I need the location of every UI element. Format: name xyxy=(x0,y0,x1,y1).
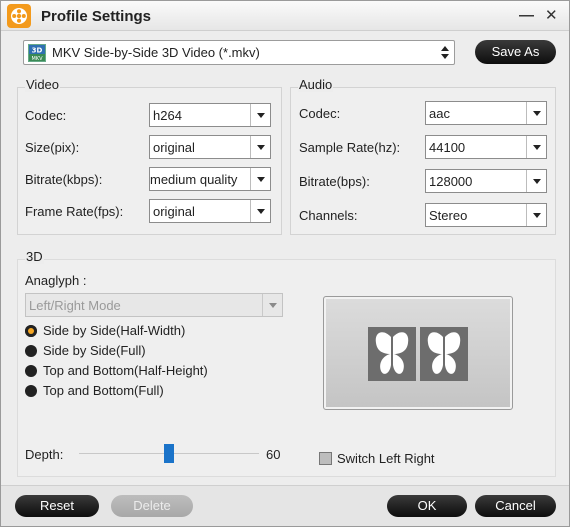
video-framerate-select[interactable]: original xyxy=(149,199,271,223)
audio-samplerate-value: 44100 xyxy=(429,140,466,155)
switch-left-right-label: Switch Left Right xyxy=(337,451,435,466)
chevron-down-icon[interactable] xyxy=(250,168,270,190)
video-size-value: original xyxy=(153,140,195,155)
chevron-down-icon[interactable] xyxy=(250,104,270,126)
three-d-preview xyxy=(323,296,513,410)
svg-text:3D: 3D xyxy=(32,47,43,55)
audio-bitrate-label: Bitrate(bps): xyxy=(299,174,370,189)
anaglyph-select[interactable]: Left/Right Mode xyxy=(25,293,283,317)
title-bar: Profile Settings — ✕ xyxy=(1,1,569,31)
chevron-down-icon[interactable] xyxy=(526,102,546,124)
radio-side-by-side-full[interactable]: Side by Side(Full) xyxy=(25,342,215,360)
audio-bitrate-select[interactable]: 128000 xyxy=(425,169,547,193)
radio-unselected-icon xyxy=(25,345,37,357)
audio-codec-label: Codec: xyxy=(299,106,341,121)
reset-button[interactable]: Reset xyxy=(15,495,99,517)
butterfly-pair-icon xyxy=(368,327,468,381)
depth-label: Depth: xyxy=(25,447,64,462)
chevron-down-icon[interactable] xyxy=(262,294,282,316)
chevron-down-icon[interactable] xyxy=(250,200,270,222)
save-as-button[interactable]: Save As xyxy=(475,40,556,64)
switch-left-right-checkbox[interactable] xyxy=(319,452,332,465)
radio-label: Top and Bottom(Full) xyxy=(43,383,164,398)
video-codec-value: h264 xyxy=(153,108,182,123)
video-codec-select[interactable]: h264 xyxy=(149,103,271,127)
radio-top-bottom-full[interactable]: Top and Bottom(Full) xyxy=(25,382,215,400)
chevron-down-icon[interactable] xyxy=(526,136,546,158)
profile-settings-window: Profile Settings — ✕ 3D MKV MKV Side-by-… xyxy=(0,0,570,527)
close-icon[interactable]: ✕ xyxy=(545,7,558,25)
video-bitrate-select[interactable]: medium quality xyxy=(149,167,271,191)
depth-value: 60 xyxy=(266,447,281,462)
audio-samplerate-select[interactable]: 44100 xyxy=(425,135,547,159)
audio-group-title: Audio xyxy=(298,77,334,92)
chevron-down-icon[interactable] xyxy=(250,136,270,158)
audio-codec-select[interactable]: aac xyxy=(425,101,547,125)
audio-bitrate-value: 128000 xyxy=(429,174,473,189)
video-size-label: Size(pix): xyxy=(25,140,80,155)
audio-channels-label: Channels: xyxy=(299,208,358,223)
video-group-title: Video xyxy=(25,77,61,92)
radio-label: Side by Side(Half-Width) xyxy=(43,323,186,338)
audio-channels-value: Stereo xyxy=(429,208,468,223)
video-framerate-label: Frame Rate(fps): xyxy=(25,204,124,219)
radio-label: Top and Bottom(Half-Height) xyxy=(43,363,208,378)
anaglyph-value: Left/Right Mode xyxy=(29,298,121,313)
audio-channels-select[interactable]: Stereo xyxy=(425,203,547,227)
depth-slider-thumb[interactable] xyxy=(164,444,174,463)
window-title: Profile Settings xyxy=(41,8,152,25)
mkv-3d-icon: 3D MKV xyxy=(28,44,46,62)
video-bitrate-label: Bitrate(kbps): xyxy=(25,172,103,187)
profile-selected-text: MKV Side-by-Side 3D Video (*.mkv) xyxy=(52,45,260,60)
chevron-down-icon[interactable] xyxy=(526,170,546,192)
video-bitrate-value: medium quality xyxy=(150,172,238,187)
audio-samplerate-label: Sample Rate(hz): xyxy=(299,140,401,155)
spin-arrows-icon[interactable] xyxy=(439,44,451,61)
video-framerate-value: original xyxy=(153,204,195,219)
radio-label: Side by Side(Full) xyxy=(43,343,146,358)
radio-side-by-side-half[interactable]: Side by Side(Half-Width) xyxy=(25,322,215,340)
radio-unselected-icon xyxy=(25,385,37,397)
cancel-button[interactable]: Cancel xyxy=(475,495,556,517)
ok-button[interactable]: OK xyxy=(387,495,467,517)
audio-codec-value: aac xyxy=(429,106,450,121)
delete-button[interactable]: Delete xyxy=(111,495,193,517)
anaglyph-label: Anaglyph : xyxy=(25,273,87,288)
radio-top-bottom-half[interactable]: Top and Bottom(Half-Height) xyxy=(25,362,235,380)
film-reel-icon xyxy=(7,4,31,28)
svg-text:MKV: MKV xyxy=(31,56,43,61)
chevron-down-icon[interactable] xyxy=(526,204,546,226)
video-codec-label: Codec: xyxy=(25,108,67,123)
radio-unselected-icon xyxy=(25,365,37,377)
radio-selected-icon xyxy=(25,325,37,337)
video-size-select[interactable]: original xyxy=(149,135,271,159)
profile-select[interactable]: 3D MKV MKV Side-by-Side 3D Video (*.mkv) xyxy=(23,40,455,65)
three-d-group-title: 3D xyxy=(25,249,44,264)
minimize-icon[interactable]: — xyxy=(519,7,534,25)
